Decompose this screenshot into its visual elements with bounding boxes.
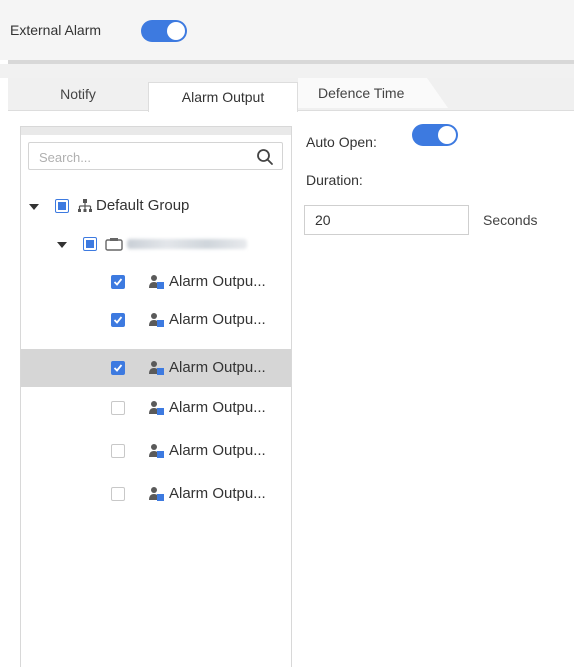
- tab-defence-time[interactable]: Defence Time: [298, 78, 448, 108]
- output-checkbox[interactable]: [111, 313, 125, 327]
- tab-bar: Notify Alarm Output Defence Time: [8, 78, 574, 112]
- search-icon[interactable]: [256, 148, 274, 166]
- tab-notify[interactable]: Notify: [8, 78, 148, 110]
- output-label: Alarm Outpu...: [169, 359, 266, 376]
- external-alarm-toggle[interactable]: [141, 20, 187, 42]
- alarm-output-icon: [149, 401, 164, 415]
- external-alarm-label: External Alarm: [10, 22, 102, 38]
- device-checkbox[interactable]: [83, 237, 97, 251]
- top-bar: External Alarm: [0, 0, 574, 60]
- device-tree-panel: Default Group Alarm Outpu... Alarm Outpu…: [20, 126, 292, 667]
- output-checkbox[interactable]: [111, 361, 125, 375]
- tab-alarm-output[interactable]: Alarm Output: [148, 82, 298, 112]
- tree-row-output[interactable]: Alarm Outpu...: [21, 475, 291, 513]
- device-icon: [105, 238, 123, 251]
- tree-row-output[interactable]: Alarm Outpu...: [21, 432, 291, 470]
- duration-unit-label: Seconds: [483, 212, 538, 228]
- output-label: Alarm Outpu...: [169, 442, 266, 459]
- org-tree-icon: [78, 199, 92, 212]
- toggle-knob: [167, 22, 185, 40]
- alarm-output-icon: [149, 313, 164, 327]
- tree-row-device[interactable]: [21, 225, 291, 263]
- output-checkbox[interactable]: [111, 444, 125, 458]
- output-label: Alarm Outpu...: [169, 485, 266, 502]
- tree-row-output[interactable]: Alarm Outpu...: [21, 263, 291, 301]
- group-label: Default Group: [96, 197, 190, 214]
- search-box: [28, 142, 283, 171]
- search-input[interactable]: [37, 143, 241, 171]
- group-checkbox[interactable]: [55, 199, 69, 213]
- auto-open-toggle[interactable]: [412, 124, 458, 146]
- expand-caret-icon[interactable]: [29, 204, 39, 210]
- output-checkbox[interactable]: [111, 487, 125, 501]
- toggle-knob: [438, 126, 456, 144]
- spacer: [0, 64, 574, 78]
- output-label: Alarm Outpu...: [169, 273, 266, 290]
- tree-row-output-selected[interactable]: Alarm Outpu...: [21, 349, 291, 387]
- device-name-redacted: [127, 239, 247, 249]
- output-label: Alarm Outpu...: [169, 311, 266, 328]
- alarm-output-icon: [149, 444, 164, 458]
- alarm-output-icon: [149, 275, 164, 289]
- tree-row-output[interactable]: Alarm Outpu...: [21, 301, 291, 339]
- output-label: Alarm Outpu...: [169, 399, 266, 416]
- output-checkbox[interactable]: [111, 401, 125, 415]
- panel-top-strip: [21, 127, 291, 135]
- auto-open-label: Auto Open:: [306, 134, 377, 150]
- duration-input[interactable]: [304, 205, 469, 235]
- tree-row-output[interactable]: Alarm Outpu...: [21, 389, 291, 427]
- duration-label: Duration:: [306, 172, 363, 188]
- expand-caret-icon[interactable]: [57, 242, 67, 248]
- alarm-output-icon: [149, 487, 164, 501]
- output-checkbox[interactable]: [111, 275, 125, 289]
- alarm-output-icon: [149, 361, 164, 375]
- tree-row-default-group[interactable]: Default Group: [21, 187, 291, 225]
